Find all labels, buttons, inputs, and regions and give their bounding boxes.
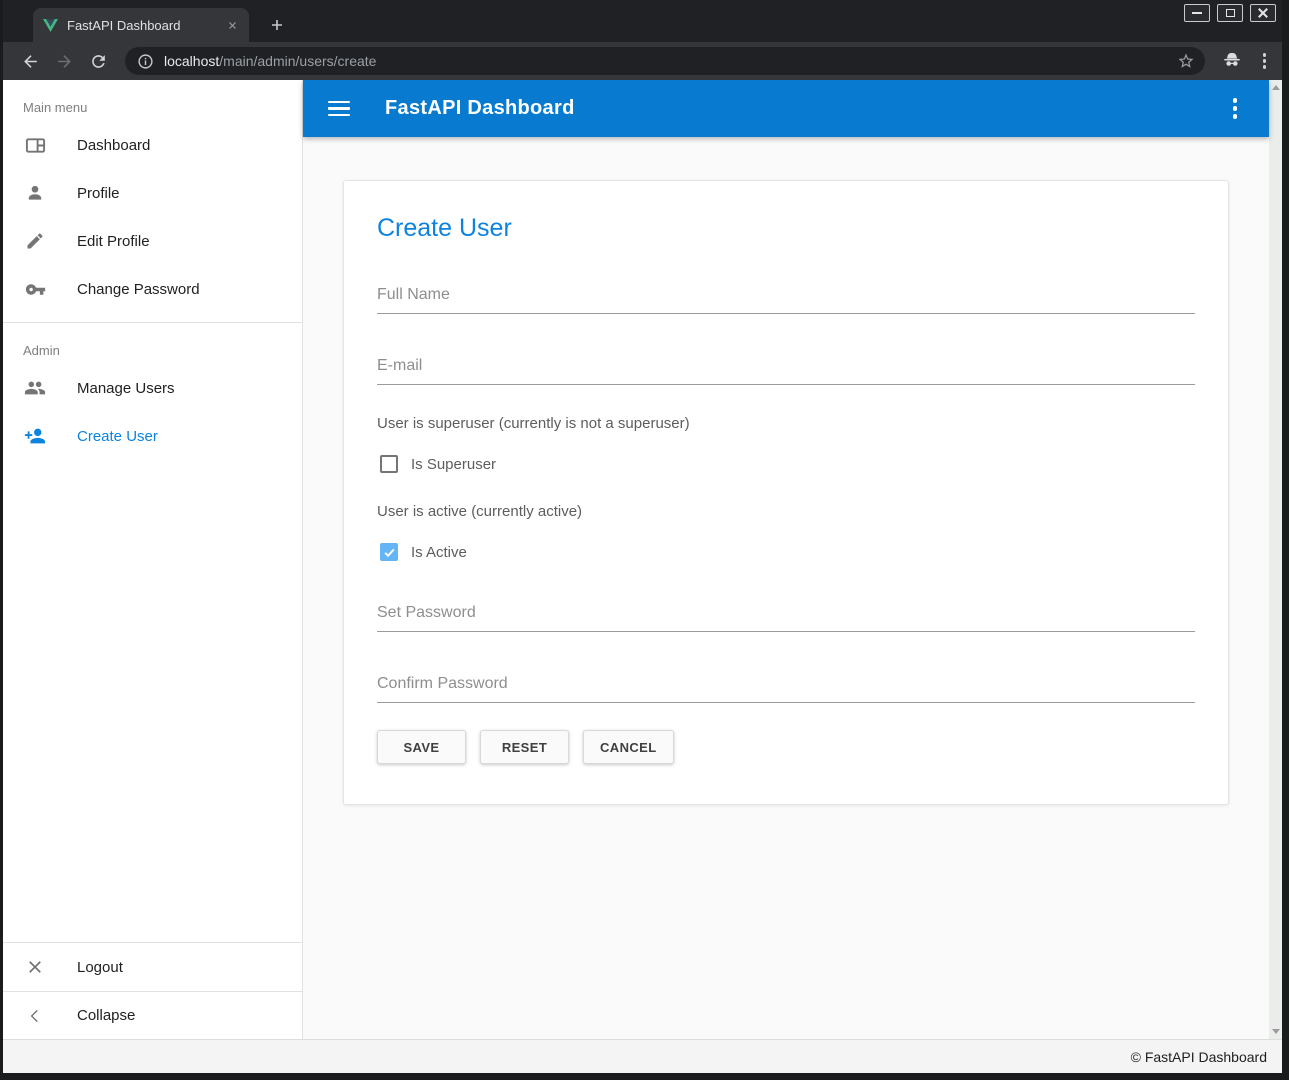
superuser-checkbox-row[interactable]: Is Superuser <box>377 455 1195 473</box>
page-footer: © FastAPI Dashboard <box>3 1039 1282 1073</box>
logout-x-icon <box>24 956 46 978</box>
sidebar-item-logout[interactable]: Logout <box>3 943 302 991</box>
sidebar-item-label: Change Password <box>77 281 200 298</box>
browser-tab[interactable]: FastAPI Dashboard <box>33 8 249 42</box>
url-text: localhost/main/admin/users/create <box>164 53 1177 69</box>
confirm-password-field <box>377 669 1195 703</box>
email-field <box>377 351 1195 385</box>
window-maximize-button[interactable] <box>1217 4 1243 22</box>
sidebar-item-edit-profile[interactable]: Edit Profile <box>3 217 302 265</box>
sidebar-item-profile[interactable]: Profile <box>3 169 302 217</box>
pencil-icon <box>24 230 46 252</box>
sidebar-item-dashboard[interactable]: Dashboard <box>3 121 302 169</box>
hamburger-menu-icon[interactable] <box>328 97 352 121</box>
sidebar-item-label: Create User <box>77 428 158 445</box>
superuser-checkbox-label: Is Superuser <box>411 456 496 473</box>
browser-menu-button[interactable] <box>1257 49 1273 73</box>
email-input[interactable] <box>377 351 1195 385</box>
new-tab-button[interactable] <box>265 13 289 37</box>
cancel-button[interactable]: CANCEL <box>583 730 674 764</box>
reset-button[interactable]: RESET <box>480 730 569 764</box>
forward-button[interactable] <box>51 48 77 74</box>
tab-title: FastAPI Dashboard <box>67 18 224 33</box>
person-add-icon <box>24 425 46 447</box>
confirm-password-input[interactable] <box>377 669 1195 703</box>
incognito-icon <box>1221 48 1243 75</box>
sidebar-item-label: Logout <box>77 959 123 976</box>
copyright-text: © FastAPI Dashboard <box>1131 1049 1267 1065</box>
superuser-checkbox[interactable] <box>380 455 398 473</box>
maximize-icon <box>1226 9 1235 17</box>
scroll-up-arrow-icon[interactable] <box>1272 85 1280 90</box>
create-user-card: Create User User is superuser (currently… <box>343 180 1229 805</box>
dashboard-icon <box>24 134 46 156</box>
reload-button[interactable] <box>85 48 111 74</box>
main-area: FastAPI Dashboard Create User <box>303 80 1269 1039</box>
set-password-input[interactable] <box>377 598 1195 632</box>
browser-toolbar: localhost/main/admin/users/create <box>3 42 1282 80</box>
active-checkbox[interactable] <box>380 543 398 561</box>
active-checkbox-label: Is Active <box>411 544 467 561</box>
sidebar-item-collapse[interactable]: Collapse <box>3 991 302 1039</box>
sidebar-section-admin: Admin <box>3 323 302 364</box>
site-info-icon[interactable] <box>137 53 154 70</box>
browser-titlebar: FastAPI Dashboard <box>3 0 1282 42</box>
set-password-field <box>377 598 1195 632</box>
vue-logo-icon <box>43 18 58 33</box>
scroll-down-arrow-icon[interactable] <box>1272 1029 1280 1034</box>
key-icon <box>24 278 46 300</box>
window-minimize-button[interactable] <box>1184 4 1210 22</box>
sidebar-item-create-user[interactable]: Create User <box>3 412 302 460</box>
form-actions: SAVE RESET CANCEL <box>377 730 1195 764</box>
sidebar-section-main-menu: Main menu <box>3 80 302 121</box>
content-area: Create User User is superuser (currently… <box>303 137 1269 1039</box>
superuser-hint: User is superuser (currently is not a su… <box>377 415 1195 432</box>
sidebar: Main menu Dashboard Profile <box>3 80 303 1039</box>
person-icon <box>24 182 46 204</box>
active-checkbox-row[interactable]: Is Active <box>377 543 1195 561</box>
sidebar-item-label: Manage Users <box>77 380 175 397</box>
sidebar-item-change-password[interactable]: Change Password <box>3 265 302 313</box>
back-button[interactable] <box>17 48 43 74</box>
checkmark-icon <box>383 546 396 559</box>
sidebar-item-manage-users[interactable]: Manage Users <box>3 364 302 412</box>
active-hint: User is active (currently active) <box>377 503 1195 520</box>
app-title: FastAPI Dashboard <box>385 97 1225 120</box>
bookmark-star-icon[interactable] <box>1177 52 1195 70</box>
app-menu-button[interactable] <box>1225 94 1246 123</box>
minimize-icon <box>1192 12 1202 14</box>
sidebar-item-label: Collapse <box>77 1007 135 1024</box>
page: Main menu Dashboard Profile <box>3 80 1282 1073</box>
full-name-field <box>377 280 1195 314</box>
close-icon <box>1258 8 1268 18</box>
page-scrollbar[interactable] <box>1269 80 1282 1039</box>
tab-close-icon[interactable] <box>224 17 241 34</box>
sidebar-item-label: Edit Profile <box>77 233 150 250</box>
url-bar[interactable]: localhost/main/admin/users/create <box>125 47 1205 75</box>
window-close-button[interactable] <box>1250 4 1276 22</box>
url-path: /main/admin/users/create <box>219 53 376 69</box>
full-name-input[interactable] <box>377 280 1195 314</box>
page-title: Create User <box>377 214 1195 243</box>
browser-window: FastAPI Dashboard <box>0 0 1289 1080</box>
url-host: localhost <box>164 53 219 69</box>
app-header: FastAPI Dashboard <box>303 80 1269 137</box>
sidebar-item-label: Dashboard <box>77 137 150 154</box>
people-icon <box>24 377 46 399</box>
sidebar-item-label: Profile <box>77 185 120 202</box>
chevron-left-icon <box>24 1005 46 1027</box>
save-button[interactable]: SAVE <box>377 730 466 764</box>
